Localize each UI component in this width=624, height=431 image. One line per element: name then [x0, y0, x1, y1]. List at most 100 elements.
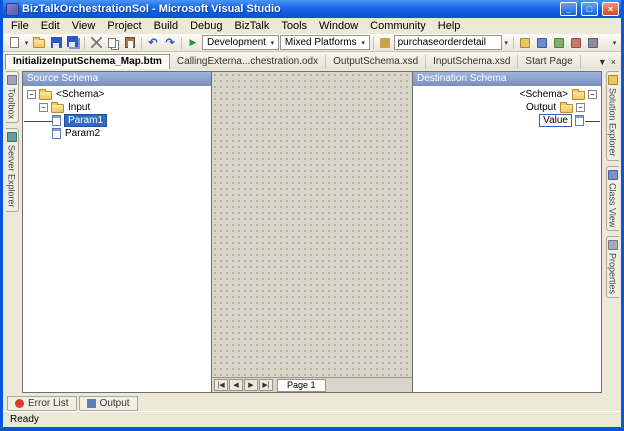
save-icon[interactable]	[48, 35, 64, 50]
sidebar-item-class-view[interactable]: Class View	[605, 165, 619, 231]
find-icon[interactable]	[377, 35, 393, 50]
folder-icon	[39, 89, 52, 100]
tab-outputschema[interactable]: OutputSchema.xsd	[326, 55, 427, 69]
start-page-icon[interactable]	[585, 35, 601, 50]
chevron-down-icon: ▾	[270, 39, 275, 47]
class-view-label: Class View	[607, 182, 618, 227]
toolbar-overflow-icon[interactable]: ▾	[611, 39, 618, 47]
new-item-dropdown-icon[interactable]: ▾	[23, 39, 30, 47]
menu-view[interactable]: View	[66, 19, 102, 33]
paste-icon[interactable]	[122, 35, 138, 50]
solution-configuration-combo[interactable]: Development ▾	[202, 35, 279, 50]
tree-item-schema[interactable]: − <Schema>	[23, 88, 211, 101]
start-debugging-icon[interactable]: ▶	[185, 35, 201, 50]
menu-biztalk[interactable]: BizTalk	[229, 19, 276, 33]
properties-icon	[607, 239, 618, 250]
menu-help[interactable]: Help	[432, 19, 467, 33]
destination-schema-header: Destination Schema	[413, 72, 601, 86]
tree-item-label: <Schema>	[519, 89, 568, 100]
sidebar-item-solution-explorer[interactable]: Solution Explorer	[605, 71, 619, 161]
status-bar: Ready	[3, 411, 621, 427]
next-page-button[interactable]: ▶	[244, 379, 258, 391]
menu-tools[interactable]: Tools	[275, 19, 313, 33]
previous-page-button[interactable]: ◀	[229, 379, 243, 391]
tab-callingexternal-orchestration[interactable]: CallingExterna...chestration.odx	[170, 55, 327, 69]
mapper-grid: |◀ ◀ ▶ ▶| Page 1	[212, 71, 412, 393]
sidebar-item-properties[interactable]: Properties	[605, 235, 619, 298]
tab-inputschema[interactable]: InputSchema.xsd	[426, 55, 519, 69]
collapse-icon[interactable]: −	[39, 103, 48, 112]
menu-window[interactable]: Window	[313, 19, 364, 33]
menu-community[interactable]: Community	[364, 19, 432, 33]
menu-file[interactable]: File	[5, 19, 35, 33]
document-tab-strip: InitializeInputSchema_Map.btm CallingExt…	[3, 52, 621, 69]
standard-toolbar: ▾ ↶ ↷ ▶ Development ▾ Mixed Platforms ▾ …	[3, 34, 621, 52]
properties-window-icon[interactable]	[534, 35, 550, 50]
field-icon	[52, 115, 61, 126]
tab-initializeinputschema-map[interactable]: InitializeInputSchema_Map.btm	[5, 54, 170, 69]
save-all-icon[interactable]	[65, 35, 81, 50]
link-anchor-line	[24, 121, 52, 122]
left-tool-strip: Toolbox Server Explorer	[3, 69, 21, 395]
tab-error-list[interactable]: Error List	[7, 395, 77, 411]
output-icon	[86, 398, 96, 408]
close-button[interactable]: ×	[602, 2, 619, 16]
sidebar-item-toolbox[interactable]: Toolbox	[5, 71, 19, 124]
status-text: Ready	[10, 414, 39, 425]
collapse-icon[interactable]: −	[588, 90, 597, 99]
tab-list-dropdown-icon[interactable]: ▼	[598, 57, 607, 67]
toolbox-icon	[6, 75, 17, 85]
open-file-icon[interactable]	[31, 35, 47, 50]
find-combo-input[interactable]	[393, 35, 502, 50]
sidebar-item-server-explorer[interactable]: Server Explorer	[5, 128, 19, 212]
toolbar-separator	[84, 36, 85, 49]
tree-item-schema[interactable]: <Schema> −	[413, 88, 601, 101]
cut-icon[interactable]	[88, 35, 104, 50]
solution-explorer-icon[interactable]	[517, 35, 533, 50]
minimize-button[interactable]: _	[560, 2, 577, 16]
menu-debug[interactable]: Debug	[184, 19, 228, 33]
tree-item-output[interactable]: Output −	[413, 101, 601, 114]
menu-build[interactable]: Build	[148, 19, 184, 33]
collapse-icon[interactable]: −	[27, 90, 36, 99]
close-document-icon[interactable]: ×	[611, 57, 616, 67]
redo-icon[interactable]: ↷	[162, 35, 178, 50]
server-explorer-icon	[6, 132, 17, 143]
menu-project[interactable]: Project	[101, 19, 147, 33]
collapse-icon[interactable]: −	[576, 103, 585, 112]
tab-start-page[interactable]: Start Page	[518, 55, 581, 69]
new-item-icon[interactable]	[6, 35, 22, 50]
solution-platform-value: Mixed Platforms	[284, 37, 357, 48]
copy-icon[interactable]	[105, 35, 121, 50]
undo-icon[interactable]: ↶	[145, 35, 161, 50]
error-list-icon	[15, 398, 24, 408]
tab-output[interactable]: Output	[78, 395, 138, 411]
maximize-button[interactable]: □	[581, 2, 598, 16]
visual-studio-icon	[6, 2, 19, 16]
folder-icon	[51, 102, 64, 113]
vs-window: BizTalkOrchestrationSol - Microsoft Visu…	[0, 0, 624, 431]
field-icon	[52, 128, 61, 139]
tree-item-input[interactable]: − Input	[23, 101, 211, 114]
menu-edit[interactable]: Edit	[35, 19, 66, 33]
mapper-grid-canvas[interactable]	[212, 72, 412, 377]
error-list-label: Error List	[28, 397, 69, 409]
solution-platform-combo[interactable]: Mixed Platforms ▾	[279, 35, 370, 50]
find-combo-dropdown-icon[interactable]: ▾	[503, 39, 510, 47]
tree-item-value[interactable]: Value	[413, 114, 601, 127]
solution-explorer-label: Solution Explorer	[607, 88, 618, 157]
first-page-button[interactable]: |◀	[214, 379, 228, 391]
tree-item-param2[interactable]: Param2	[23, 127, 211, 140]
last-page-button[interactable]: ▶|	[259, 379, 273, 391]
object-browser-icon[interactable]	[551, 35, 567, 50]
solution-configuration-value: Development	[207, 37, 266, 48]
tree-item-label-selected: Param1	[64, 114, 108, 127]
toolbox-icon[interactable]	[568, 35, 584, 50]
toolbar-separator	[141, 36, 142, 49]
tab-strip-controls: ▼ ×	[598, 57, 619, 69]
grid-page-tab[interactable]: Page 1	[277, 378, 326, 392]
right-tool-strip: Solution Explorer Class View Properties	[603, 69, 621, 395]
source-schema-panel: Source Schema − <Schema> − Input Param1 …	[22, 71, 212, 393]
toolbar-separator	[372, 36, 374, 49]
class-view-icon	[607, 169, 618, 180]
